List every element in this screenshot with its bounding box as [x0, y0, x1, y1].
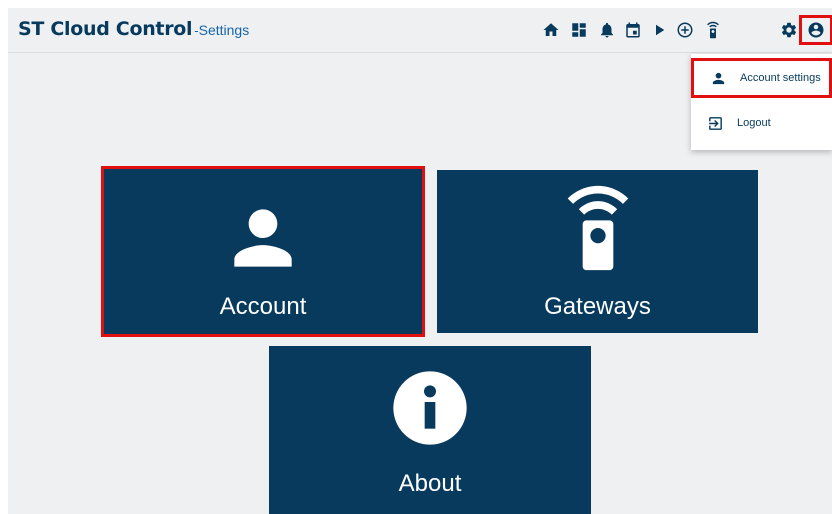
menu-item-label: Account settings — [740, 72, 821, 84]
tile-label: Account — [219, 293, 307, 320]
gear-icon[interactable] — [778, 19, 800, 41]
tile-label: About — [398, 470, 462, 497]
top-bar: ST Cloud Control - Settings — [8, 8, 832, 53]
menu-item-account-settings[interactable]: Account settings — [691, 58, 832, 98]
account-circle-icon[interactable] — [799, 15, 832, 45]
app-window: ST Cloud Control - Settings Account sett… — [8, 8, 832, 514]
calendar-icon[interactable] — [622, 19, 644, 41]
person-icon — [104, 195, 422, 281]
tile-label: Gateways — [544, 293, 651, 320]
menu-item-logout[interactable]: Logout — [691, 103, 832, 143]
menu-item-label: Logout — [737, 117, 771, 129]
toolbar — [8, 8, 832, 52]
play-icon[interactable] — [648, 19, 670, 41]
info-icon — [269, 368, 591, 448]
remote-icon — [437, 182, 758, 274]
gateways-tile[interactable]: Gateways — [437, 170, 758, 333]
person-icon — [708, 68, 728, 88]
bell-icon[interactable] — [596, 19, 618, 41]
home-icon[interactable] — [540, 19, 562, 41]
logout-icon — [705, 113, 725, 133]
dashboard-icon[interactable] — [568, 19, 590, 41]
add-circle-icon[interactable] — [674, 19, 696, 41]
remote-icon[interactable] — [702, 19, 724, 41]
about-tile[interactable]: About — [269, 346, 591, 514]
account-dropdown-menu: Account settings Logout — [691, 54, 832, 150]
account-tile[interactable]: Account — [101, 166, 425, 337]
